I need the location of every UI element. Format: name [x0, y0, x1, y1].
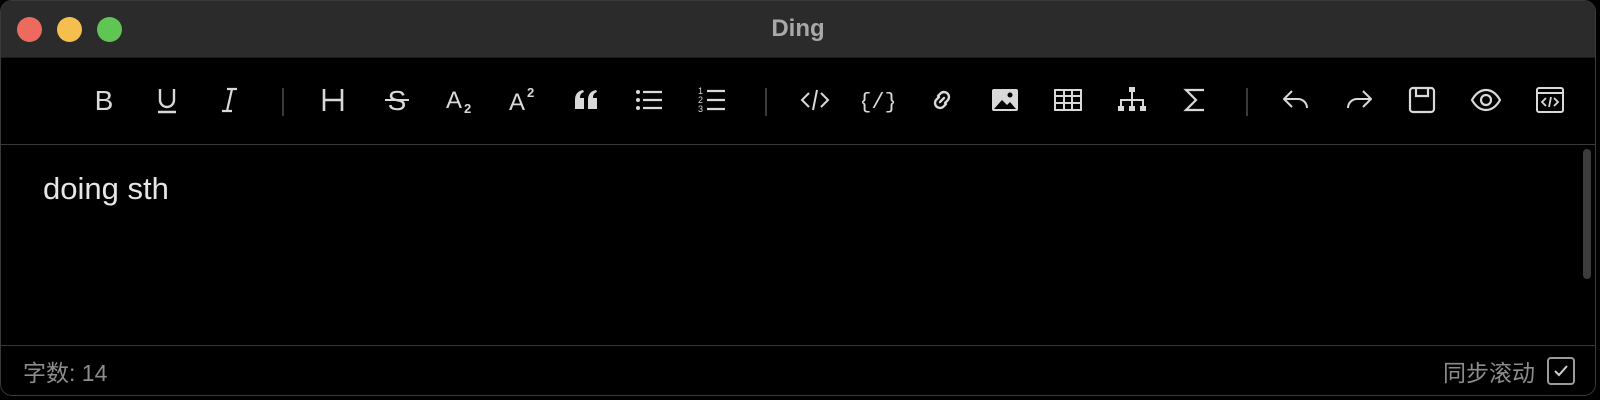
- superscript-button[interactable]: A2: [501, 78, 545, 122]
- save-icon: [1408, 86, 1436, 114]
- superscript-icon: A2: [509, 85, 534, 116]
- svg-text:2: 2: [527, 85, 534, 100]
- editor-content[interactable]: doing sth: [43, 171, 169, 207]
- eye-icon: [1470, 88, 1502, 112]
- svg-text:2: 2: [464, 101, 471, 116]
- status-bar: 字数: 14 同步滚动: [1, 345, 1595, 395]
- bullet-list-button[interactable]: [627, 78, 671, 122]
- bullet-list-icon: [636, 90, 662, 110]
- link-button[interactable]: [920, 78, 964, 122]
- sync-scroll-control: 同步滚动: [1443, 354, 1575, 388]
- sync-scroll-checkbox[interactable]: [1547, 356, 1575, 385]
- diagram-button[interactable]: [1110, 78, 1154, 122]
- window-title: Ding: [771, 15, 825, 42]
- maximize-window-button[interactable]: [97, 17, 122, 42]
- svg-text:3: 3: [698, 104, 703, 114]
- numbered-list-icon: 123: [698, 86, 725, 114]
- sigma-icon: [1183, 88, 1204, 112]
- title-bar: Ding: [1, 1, 1595, 58]
- svg-text:A: A: [446, 87, 462, 114]
- strikethrough-button[interactable]: S: [375, 78, 419, 122]
- checkmark-icon: [1554, 364, 1568, 376]
- svg-text:A: A: [509, 89, 525, 116]
- redo-icon: [1347, 90, 1372, 109]
- italic-icon: [222, 87, 237, 113]
- quote-icon: [575, 90, 597, 109]
- formula-button[interactable]: [1173, 78, 1217, 122]
- table-icon: [1054, 89, 1082, 111]
- underline-button[interactable]: [145, 78, 189, 122]
- svg-text:{/}: {/}: [862, 90, 894, 115]
- toolbar-separator: [1246, 88, 1248, 116]
- svg-text:B: B: [95, 85, 114, 116]
- italic-button[interactable]: [208, 78, 252, 122]
- minimize-window-button[interactable]: [57, 17, 82, 42]
- editor-scrollbar[interactable]: [1583, 149, 1591, 279]
- image-button[interactable]: [983, 78, 1027, 122]
- sync-scroll-label: 同步滚动: [1443, 359, 1535, 386]
- source-view-button[interactable]: [1528, 78, 1572, 122]
- image-icon: [992, 89, 1018, 111]
- editor-area[interactable]: doing sth: [1, 145, 1595, 345]
- toolbar-separator: [765, 88, 767, 116]
- toolbar-separator: [282, 88, 284, 116]
- subscript-icon: A2: [446, 87, 471, 116]
- bold-button[interactable]: B: [82, 78, 126, 122]
- window-controls: [17, 17, 122, 42]
- close-window-button[interactable]: [17, 17, 42, 42]
- preview-button[interactable]: [1464, 78, 1508, 122]
- strikethrough-icon: S: [385, 85, 409, 116]
- org-chart-icon: [1118, 87, 1146, 111]
- undo-icon: [1283, 90, 1308, 109]
- source-code-icon: [1536, 87, 1564, 113]
- underline-icon: [158, 89, 176, 114]
- code-block-icon: {/}: [862, 90, 894, 115]
- redo-button[interactable]: [1337, 78, 1381, 122]
- formatting-toolbar: B S A2 A2 1 2 3 /: [1, 58, 1595, 145]
- code-icon: [800, 89, 830, 111]
- inline-code-button[interactable]: [793, 78, 837, 122]
- numbered-list-button[interactable]: 123: [690, 78, 734, 122]
- word-count: 字数: 14: [23, 359, 108, 386]
- heading-button[interactable]: [311, 78, 355, 122]
- code-block-button[interactable]: {/}: [856, 78, 900, 122]
- undo-button[interactable]: [1274, 78, 1318, 122]
- heading-icon: [322, 89, 344, 111]
- subscript-button[interactable]: A2: [438, 78, 482, 122]
- quote-button[interactable]: [564, 78, 608, 122]
- app-window: Ding B S A2 A2 1 2 3 / doing sth 字数: 14 …: [0, 0, 1596, 396]
- save-button[interactable]: [1400, 78, 1444, 122]
- bold-icon: B: [95, 85, 114, 116]
- table-button[interactable]: [1046, 78, 1090, 122]
- link-icon: [933, 90, 951, 110]
